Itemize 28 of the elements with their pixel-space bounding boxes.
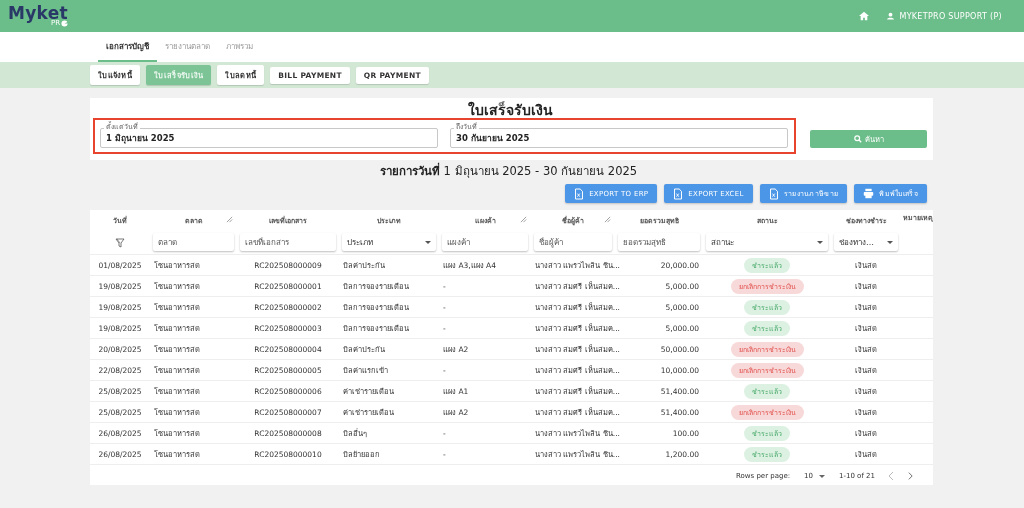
page-title: ใบเสร็จรับเงิน bbox=[466, 102, 554, 118]
caret-icon bbox=[819, 474, 825, 478]
logo-text: Myket bbox=[8, 5, 68, 22]
filter-dropdown[interactable]: สถานะ bbox=[706, 233, 828, 251]
resize-handle-icon[interactable] bbox=[226, 216, 233, 223]
date-range-heading: รายการวันที่ 1 มิถุนายน 2025 - 30 กันยายน 2025 bbox=[379, 164, 638, 179]
filter-icon[interactable] bbox=[115, 237, 125, 248]
excel-icon bbox=[768, 187, 779, 200]
caret-icon bbox=[425, 240, 431, 244]
user-icon bbox=[887, 12, 895, 20]
caret-icon bbox=[817, 240, 823, 244]
search-icon bbox=[853, 135, 862, 143]
home-icon[interactable] bbox=[859, 11, 870, 21]
chevron-right-icon[interactable] bbox=[908, 472, 913, 480]
resize-handle-icon[interactable] bbox=[520, 216, 527, 223]
excel-icon bbox=[574, 187, 585, 200]
filter-field[interactable]: ยอดรวมสุทธิ bbox=[618, 233, 700, 251]
printer-icon bbox=[863, 188, 875, 199]
caret-icon bbox=[887, 240, 893, 244]
filter-field[interactable]: แผงค้า bbox=[442, 233, 528, 251]
filter-dropdown[interactable]: ประเภท bbox=[342, 233, 436, 251]
filter-field[interactable]: เลขที่เอกสาร bbox=[240, 233, 336, 251]
excel-icon bbox=[673, 187, 684, 200]
filter-field[interactable]: ชื่อผู้ค้า bbox=[534, 233, 612, 251]
chevron-left-icon[interactable] bbox=[889, 472, 894, 480]
resize-handle-icon[interactable] bbox=[604, 216, 611, 223]
filter-dropdown[interactable]: ช่องทาง… bbox=[834, 233, 898, 251]
filter-field[interactable]: ตลาด bbox=[153, 233, 234, 251]
